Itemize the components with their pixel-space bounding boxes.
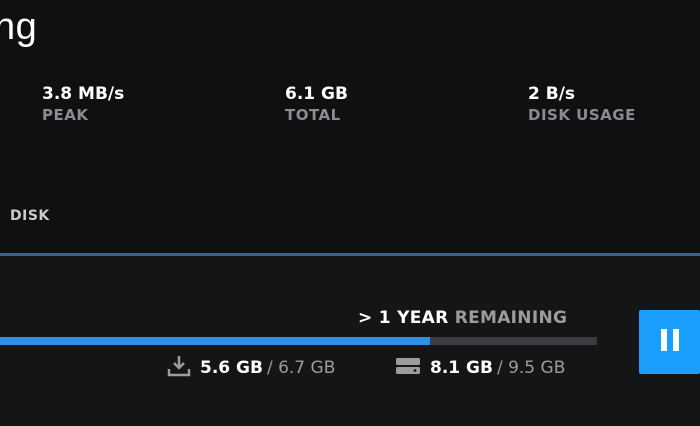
downloaded-amount: 5.6 GB [200,358,263,378]
pause-button[interactable] [639,310,700,374]
stat-peak-value: 3.8 MB/s [42,84,125,104]
stat-peak-label: PEAK [42,106,89,124]
stat-disk-usage-value: 2 B/s [528,84,576,104]
page-title: ng [0,6,38,48]
stat-total-value: 6.1 GB [285,84,348,104]
stat-total-label: TOTAL [285,106,341,124]
download-size: 5.6 GB / 6.7 GB [166,354,336,383]
disk-section-label: DISK [10,208,50,224]
pause-icon [657,326,683,358]
disk-total: / 9.5 GB [496,358,566,378]
download-icon [166,354,192,383]
time-remaining: > 1 YEAR REMAINING [358,308,567,328]
disk-size: 8.1 GB / 9.5 GB [394,356,565,380]
stat-total: 6.1 GB TOTAL [285,84,348,126]
time-remaining-value: > 1 YEAR [358,308,449,328]
stat-peak: 3.8 MB/s PEAK [42,84,124,126]
download-progress-bar [0,337,597,345]
time-remaining-label: REMAINING [454,308,568,328]
disk-used-amount: 8.1 GB [430,358,493,378]
hard-drive-icon [394,354,422,383]
download-total: / 6.7 GB [266,358,336,378]
stat-disk-usage: 2 B/s DISK USAGE [528,84,636,126]
download-progress-fill [0,337,430,345]
stat-disk-usage-label: DISK USAGE [528,106,636,124]
